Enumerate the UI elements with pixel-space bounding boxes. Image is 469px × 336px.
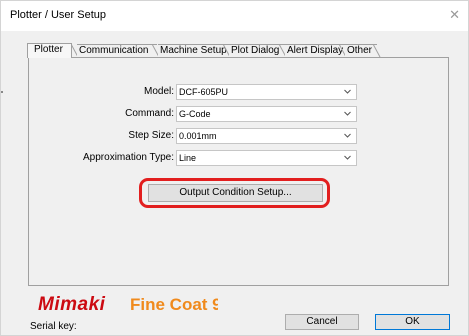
tab-machine-setup[interactable]: Machine Setup (158, 44, 230, 57)
window-title: Plotter / User Setup (10, 9, 106, 21)
model-select-value: DCF-605PU (179, 87, 229, 97)
tab-communication-label: Communication (79, 45, 149, 56)
chevron-down-icon (344, 111, 351, 116)
window-edge-mark (1, 91, 3, 93)
approximation-type-label: Approximation Type: (83, 152, 174, 163)
ok-button[interactable]: OK (375, 314, 450, 330)
title-bar: Plotter / User Setup ✕ (1, 1, 468, 31)
chevron-down-icon (344, 133, 351, 138)
tab-alert-display-label: Alert Display (287, 45, 344, 56)
tab-separator-icon (373, 44, 381, 57)
output-condition-setup-button[interactable]: Output Condition Setup... (148, 184, 323, 202)
plotter-tab-panel: Model: DCF-605PU Command: G-Code Step Si… (28, 57, 449, 286)
serial-key-label: Serial key: (30, 321, 77, 332)
step-size-label: Step Size: (128, 130, 174, 141)
chevron-down-icon (344, 89, 351, 94)
tab-plotter[interactable]: Plotter (27, 43, 72, 58)
tab-plot-dialog-label: Plot Dialog (231, 45, 280, 56)
tab-plot-dialog[interactable]: Plot Dialog (229, 44, 285, 57)
chevron-down-icon (344, 155, 351, 160)
model-select[interactable]: DCF-605PU (176, 84, 357, 100)
plotter-user-setup-dialog: Plotter / User Setup ✕ Plotter Communica… (0, 0, 469, 336)
tab-other-label: Other (347, 45, 373, 56)
command-label: Command: (125, 108, 174, 119)
mimaki-fine-coat-logo: Mimaki Fine Coat 9 (38, 294, 218, 315)
tab-plotter-label: Plotter (34, 44, 63, 55)
fine-coat-logo-text: Fine Coat 9 (130, 295, 218, 314)
step-size-select-value: 0.001mm (179, 131, 217, 141)
tab-communication[interactable]: Communication (77, 44, 157, 57)
close-icon[interactable]: ✕ (449, 7, 460, 23)
tab-alert-display[interactable]: Alert Display (285, 44, 345, 57)
approximation-type-select[interactable]: Line (176, 150, 357, 166)
command-select[interactable]: G-Code (176, 106, 357, 122)
model-label: Model: (143, 86, 174, 97)
tab-machine-setup-label: Machine Setup (160, 45, 227, 56)
command-select-value: G-Code (179, 109, 211, 119)
cancel-button[interactable]: Cancel (285, 314, 359, 330)
approximation-type-select-value: Line (179, 153, 197, 163)
mimaki-logo-text: Mimaki (38, 294, 106, 315)
step-size-select[interactable]: 0.001mm (176, 128, 357, 144)
